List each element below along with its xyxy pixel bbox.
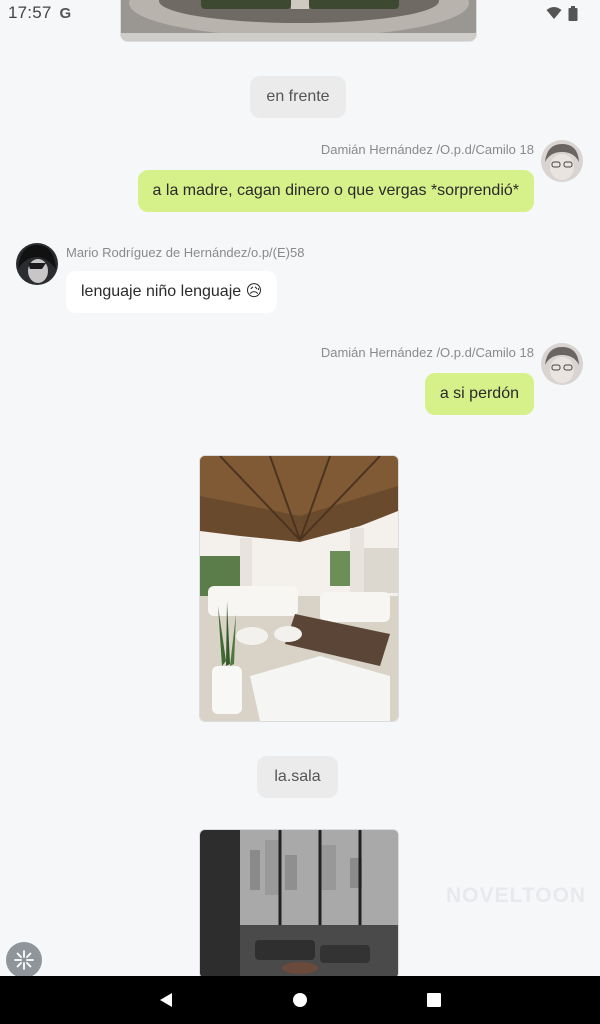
home-icon[interactable]: [292, 992, 308, 1008]
message-bubble-outgoing[interactable]: a si perdón: [424, 373, 534, 415]
recents-icon[interactable]: [426, 992, 442, 1008]
chat-image-living-room[interactable]: [199, 455, 399, 722]
message-bubble-incoming[interactable]: lenguaje niño lenguaje 😥: [66, 271, 278, 313]
watermark: NOVELTOON: [446, 884, 587, 907]
message-text: a si perdón: [439, 385, 519, 402]
narration-text: en frente: [266, 88, 330, 105]
message-text: lenguaje niño lenguaje 😥: [81, 283, 263, 300]
avatar[interactable]: [16, 243, 58, 285]
status-bar: 17:57 G: [0, 0, 600, 26]
battery-icon: [568, 5, 578, 21]
narration-text: la.sala: [274, 768, 321, 785]
message-bubble-outgoing[interactable]: a la madre, cagan dinero o que vergas *s…: [137, 170, 534, 212]
status-left: 17:57 G: [8, 3, 71, 23]
loft-image: [200, 830, 398, 978]
avatar-image: [541, 140, 583, 182]
back-icon[interactable]: [158, 992, 174, 1008]
narration-bubble: la.sala: [257, 756, 338, 798]
status-right: [546, 5, 578, 21]
wifi-icon: [546, 7, 562, 19]
navigation-bar: [0, 976, 600, 1024]
sender-name: Mario Rodríguez de Hernández/o.p/(E)58: [66, 245, 305, 260]
google-icon: G: [59, 4, 72, 22]
message-text: a la madre, cagan dinero o que vergas *s…: [152, 182, 519, 199]
avatar[interactable]: [541, 343, 583, 385]
sparkle-icon: [14, 950, 34, 970]
sender-name: Damián Hernández /O.p.d/Camilo 18: [320, 345, 534, 360]
avatar[interactable]: [541, 140, 583, 182]
narration-bubble: en frente: [250, 76, 346, 118]
avatar-image: [541, 343, 583, 385]
avatar-image: [16, 243, 58, 285]
chat-image-loft[interactable]: [199, 829, 399, 979]
clock: 17:57: [8, 3, 52, 22]
living-room-image: [200, 456, 398, 721]
sparkle-button[interactable]: [6, 942, 42, 978]
sender-name: Damián Hernández /O.p.d/Camilo 18: [320, 142, 534, 157]
